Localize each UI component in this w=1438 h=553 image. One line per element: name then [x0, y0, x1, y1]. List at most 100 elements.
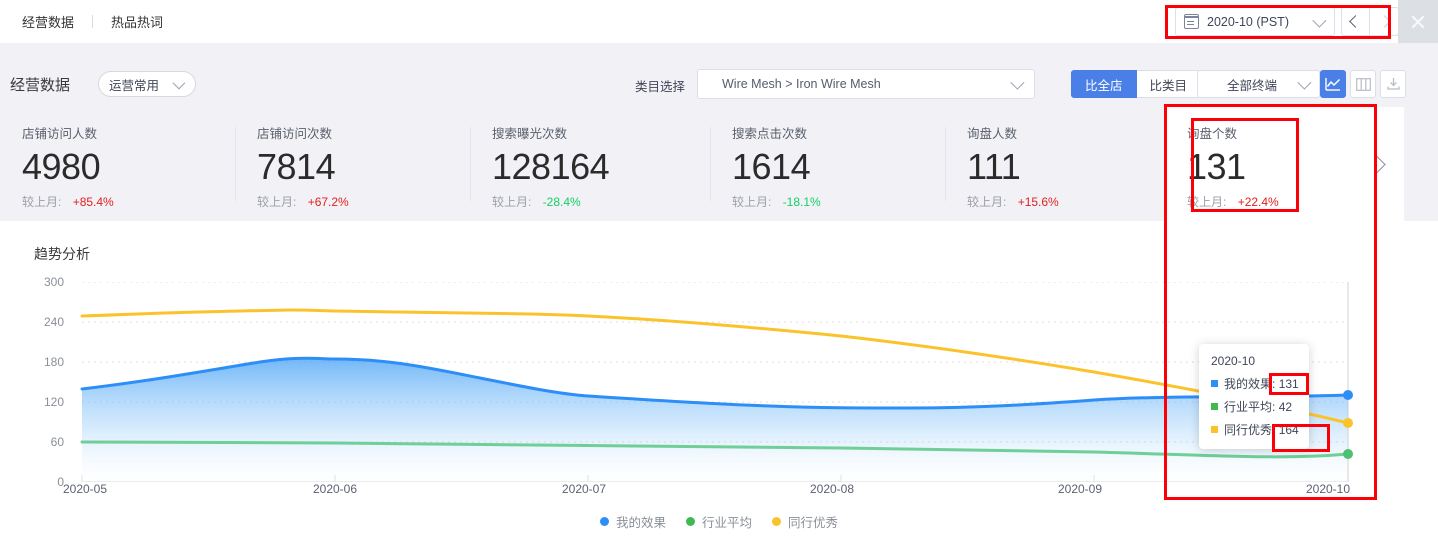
tooltip-value: 164: [1279, 423, 1299, 437]
preset-select[interactable]: 运营常用: [98, 71, 196, 97]
kpi-delta: 较上月: -28.4%: [492, 193, 710, 210]
chevron-down-icon: [1010, 76, 1024, 90]
date-picker[interactable]: 2020-10 (PST): [1175, 7, 1335, 36]
kpi-card-search-clicks[interactable]: 搜索点击次数 1614 较上月: -18.1%: [710, 107, 945, 221]
preset-value: 运营常用: [109, 75, 173, 94]
kpi-label: 询盘个数: [1187, 123, 1348, 142]
line-chart-icon: [1325, 77, 1341, 91]
legend-item-my-performance[interactable]: 我的效果: [600, 512, 666, 531]
x-tick-3: 2020-08: [810, 482, 854, 496]
chevron-left-icon: [1349, 15, 1362, 28]
tooltip-name: 行业平均: [1224, 398, 1272, 415]
tooltip-name: 我的效果: [1224, 375, 1272, 392]
kpi-delta: 较上月: +15.6%: [967, 193, 1165, 210]
kpi-card-inquiry-count[interactable]: 询盘个数 131 较上月: +22.4%: [1165, 107, 1348, 221]
compare-all-store-button[interactable]: 比全店: [1071, 70, 1137, 98]
kpi-card-inquiry-users[interactable]: 询盘人数 111 较上月: +15.6%: [945, 107, 1165, 221]
kpi-value: 4980: [22, 145, 235, 189]
kpi-divider: [945, 127, 946, 201]
series-area-my-performance: [82, 358, 1348, 482]
top-bar: 经营数据 热品热词 2020-10 (PST): [0, 0, 1438, 43]
table-icon: [1356, 78, 1371, 91]
compare-toggle-group: 比全店 比类目: [1071, 70, 1201, 98]
analytics-dashboard: 经营数据 热品热词 2020-10 (PST) 经营数据 运营常用 类目选择 W…: [0, 0, 1438, 553]
compare-category-button[interactable]: 比类目: [1137, 70, 1202, 98]
tooltip-row-industry-average: 行业平均: 42: [1211, 398, 1297, 415]
point-peer-excellent: [1343, 418, 1353, 428]
legend-item-peer-excellent[interactable]: 同行优秀: [772, 512, 838, 531]
kpi-divider: [710, 127, 711, 201]
tooltip-swatch-icon: [1211, 426, 1218, 433]
terminal-value: 全部终端: [1206, 75, 1298, 94]
tooltip-row-peer-excellent: 同行优秀: 164: [1211, 421, 1297, 438]
legend-dot-icon: [772, 517, 781, 526]
prev-month-button[interactable]: [1341, 7, 1370, 36]
tooltip-date: 2020-10: [1211, 354, 1297, 368]
legend-item-industry-average[interactable]: 行业平均: [686, 512, 752, 531]
category-value: Wire Mesh > Iron Wire Mesh: [708, 77, 1011, 91]
kpi-delta: 较上月: +67.2%: [257, 193, 470, 210]
kpi-label: 店铺访问人数: [22, 123, 235, 142]
kpi-delta: 较上月: -18.1%: [732, 193, 945, 210]
tooltip-swatch-icon: [1211, 403, 1218, 410]
kpi-card-shop-visitors[interactable]: 店铺访问人数 4980 较上月: +85.4%: [0, 107, 235, 221]
tooltip-row-my-performance: 我的效果: 131: [1211, 375, 1297, 392]
x-axis-labels: 2020-05 2020-06 2020-07 2020-08 2020-09 …: [0, 482, 1438, 504]
x-tick-5: 2020-10: [1306, 482, 1350, 496]
point-industry-average: [1343, 449, 1353, 459]
chart-svg: [30, 282, 1400, 482]
kpi-divider: [470, 127, 471, 201]
download-button[interactable]: [1380, 70, 1406, 98]
calendar-icon: [1184, 14, 1199, 29]
x-tick-1: 2020-06: [313, 482, 357, 496]
kpi-delta-prefix: 较上月:: [22, 195, 61, 209]
x-tick-0: 2020-05: [63, 482, 107, 496]
tooltip-name: 同行优秀: [1224, 421, 1272, 438]
kpi-value: 128164: [492, 145, 710, 189]
chevron-down-icon: [173, 76, 186, 89]
kpi-card-shop-visits[interactable]: 店铺访问次数 7814 较上月: +67.2%: [235, 107, 470, 221]
kpi-delta-prefix: 较上月:: [492, 195, 531, 209]
legend-label: 行业平均: [702, 512, 752, 531]
legend-dot-icon: [686, 517, 695, 526]
kpi-delta-prefix: 较上月:: [732, 195, 771, 209]
point-my-performance: [1343, 390, 1353, 400]
kpi-delta-prefix: 较上月:: [967, 195, 1006, 209]
chevron-right-icon: [1367, 155, 1385, 173]
kpi-value: 131: [1187, 145, 1348, 189]
chevron-down-icon: [1297, 76, 1311, 90]
next-month-button[interactable]: [1370, 7, 1399, 36]
kpi-next-button[interactable]: [1348, 107, 1404, 221]
kpi-divider: [235, 127, 236, 201]
x-tick-4: 2020-09: [1058, 482, 1102, 496]
terminal-select[interactable]: 全部终端: [1197, 70, 1320, 98]
chevron-right-icon: [1378, 15, 1391, 28]
kpi-delta-value: +22.4%: [1238, 195, 1279, 209]
kpi-value: 1614: [732, 145, 945, 189]
tab-hot-keywords[interactable]: 热品热词: [93, 12, 163, 31]
kpi-delta-value: -18.1%: [783, 195, 821, 209]
kpi-card-search-impressions[interactable]: 搜索曝光次数 128164 较上月: -28.4%: [470, 107, 710, 221]
date-step-buttons: [1341, 7, 1399, 36]
date-picker-group: 2020-10 (PST): [1175, 7, 1399, 36]
chart-view-button[interactable]: [1320, 70, 1346, 98]
x-tick-2: 2020-07: [562, 482, 606, 496]
kpi-value: 111: [967, 145, 1165, 189]
tooltip-swatch-icon: [1211, 380, 1218, 387]
tooltip-value: 131: [1279, 377, 1299, 391]
kpi-delta-value: +85.4%: [73, 195, 114, 209]
legend-dot-icon: [600, 517, 609, 526]
table-view-button[interactable]: [1350, 70, 1376, 98]
category-select[interactable]: Wire Mesh > Iron Wire Mesh: [697, 69, 1035, 99]
kpi-delta-value: -28.4%: [543, 195, 581, 209]
chart-legend: 我的效果 行业平均 同行优秀: [0, 512, 1438, 531]
kpi-strip: 店铺访问人数 4980 较上月: +85.4% 店铺访问次数 7814 较上月:…: [0, 107, 1438, 221]
tab-business-data[interactable]: 经营数据: [22, 12, 92, 31]
tooltip-value: 42: [1279, 400, 1292, 414]
chart-tooltip: 2020-10 我的效果: 131 行业平均: 42 同行优秀: 164: [1199, 344, 1309, 449]
date-picker-value: 2020-10 (PST): [1207, 15, 1313, 29]
chevron-down-icon: [1312, 13, 1326, 27]
category-label: 类目选择: [635, 76, 685, 95]
kpi-label: 询盘人数: [967, 123, 1165, 142]
close-button[interactable]: [1398, 0, 1438, 43]
